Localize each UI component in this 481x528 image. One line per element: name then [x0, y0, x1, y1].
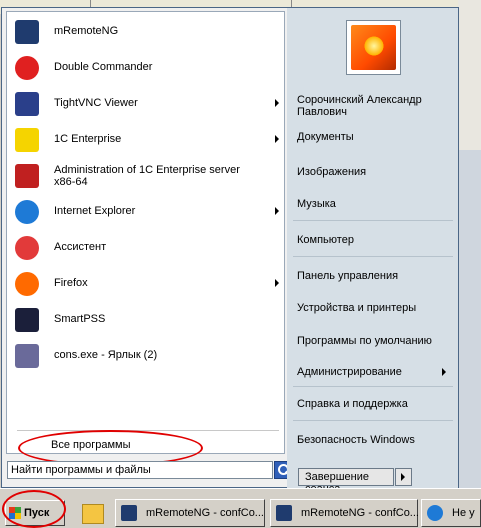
highlight-ellipse [2, 490, 66, 528]
flower-shape [363, 35, 385, 57]
1c-server-icon [15, 164, 39, 188]
double-commander-icon [15, 56, 39, 80]
programs-pane: mRemoteNG Double Commander TightVNC View… [6, 11, 285, 466]
cons-exe-icon [15, 344, 39, 368]
background-shade [458, 150, 481, 488]
firefox-icon [15, 272, 39, 296]
submenu-arrow-icon [275, 99, 279, 107]
task-label: Не у [452, 507, 475, 519]
taskbar-task[interactable]: mRemoteNG - confCo... [270, 499, 419, 527]
separator [293, 220, 453, 221]
default-programs-link[interactable]: Программы по умолчанию [297, 335, 432, 347]
help-support-link[interactable]: Справка и поддержка [297, 398, 408, 410]
devices-printers-link[interactable]: Устройства и принтеры [297, 302, 416, 314]
documents-link[interactable]: Документы [297, 131, 354, 143]
program-item-1c-server-admin[interactable]: Administration of 1C Enterprise server x… [9, 159, 281, 193]
separator [293, 420, 453, 421]
taskbar-task[interactable]: mRemoteNG - confCo... [115, 499, 265, 527]
separator [293, 386, 453, 387]
program-label: Internet Explorer [54, 205, 136, 217]
program-label: Double Commander [54, 61, 153, 73]
internet-explorer-icon [427, 505, 443, 521]
shutdown-options-button[interactable] [395, 468, 412, 486]
program-label: Administration of 1C Enterprise server x… [54, 164, 240, 188]
program-item-cons-exe[interactable]: cons.exe - Ярлык (2) [9, 339, 281, 373]
places-pane: Сорочинский Александр Павлович Документы… [287, 8, 458, 488]
task-label: mRemoteNG - confCo... [301, 507, 419, 519]
program-label: mRemoteNG [54, 25, 119, 37]
flower-icon [351, 25, 396, 70]
chevron-right-icon [401, 473, 405, 481]
separator [293, 256, 453, 257]
tightvnc-icon [15, 92, 39, 116]
program-label: Firefox [54, 277, 88, 289]
folder-icon [82, 504, 104, 524]
1c-icon [15, 128, 39, 152]
program-item-double-commander[interactable]: Double Commander [9, 51, 281, 85]
program-item-firefox[interactable]: Firefox [9, 267, 281, 301]
program-item-assistant[interactable]: Ассистент [9, 231, 281, 265]
submenu-arrow-icon [275, 135, 279, 143]
submenu-arrow-icon [275, 207, 279, 215]
mremoteng-icon [15, 20, 39, 44]
search-placeholder: Найти программы и файлы [11, 464, 151, 476]
quick-launch-explorer[interactable] [80, 500, 106, 526]
program-label: TightVNC Viewer [54, 97, 138, 109]
program-item-tightvnc[interactable]: TightVNC Viewer [9, 87, 281, 121]
user-name-link[interactable]: Сорочинский Александр Павлович [297, 94, 447, 118]
smartpss-icon [15, 308, 39, 332]
control-panel-link[interactable]: Панель управления [297, 270, 398, 282]
program-label: SmartPSS [54, 313, 106, 325]
program-item-1c-enterprise[interactable]: 1C Enterprise [9, 123, 281, 157]
music-link[interactable]: Музыка [297, 198, 336, 210]
mremoteng-icon [276, 505, 292, 521]
submenu-arrow-icon [442, 368, 446, 376]
internet-explorer-icon [15, 200, 39, 224]
start-menu: mRemoteNG Double Commander TightVNC View… [1, 7, 459, 495]
taskbar-task[interactable]: Не у [421, 499, 481, 527]
background-window-edge [458, 0, 481, 488]
program-label: Ассистент [54, 241, 107, 253]
pictures-link[interactable]: Изображения [297, 166, 366, 178]
assistant-icon [15, 236, 39, 260]
shutdown-button[interactable]: Завершение сеанса [298, 468, 394, 495]
program-label: 1C Enterprise [54, 133, 122, 145]
submenu-arrow-icon [275, 279, 279, 287]
program-item-internet-explorer[interactable]: Internet Explorer [9, 195, 281, 229]
program-label: cons.exe - Ярлык (2) [54, 349, 158, 361]
computer-link[interactable]: Компьютер [297, 234, 354, 246]
user-picture[interactable] [346, 20, 401, 75]
program-item-smartpss[interactable]: SmartPSS [9, 303, 281, 337]
program-item-mremoteng[interactable]: mRemoteNG [9, 15, 281, 49]
administration-link[interactable]: Администрирование [297, 366, 402, 378]
windows-security-link[interactable]: Безопасность Windows [297, 434, 415, 446]
mremoteng-icon [121, 505, 137, 521]
task-label: mRemoteNG - confCo... [146, 507, 264, 519]
search-input[interactable]: Найти программы и файлы [7, 461, 273, 479]
